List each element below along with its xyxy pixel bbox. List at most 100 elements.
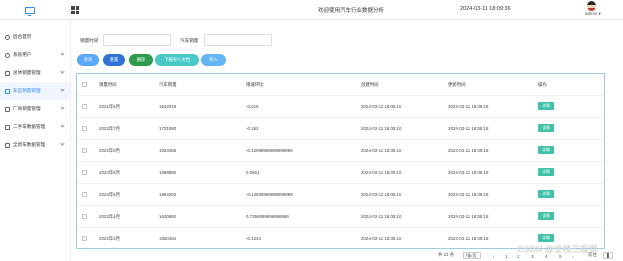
sidebar-item-label: 系统用户: [13, 52, 32, 57]
avatar[interactable]: [587, 1, 596, 11]
prev-page-icon[interactable]: ‹: [493, 254, 495, 259]
car-sales-cell: 1550454: [159, 236, 177, 241]
sidebar-item-label: 厂商销量管理: [13, 106, 41, 111]
growth-cell: 0.7358999999999999: [246, 214, 289, 219]
sidebar-item-model-sales[interactable]: 车型销量管理: [0, 82, 70, 100]
sidebar-item-label: 车型销量管理: [13, 88, 41, 93]
car-sales-cell: 1923455: [159, 148, 177, 153]
doc-icon: [5, 106, 10, 112]
sales-time-cell: 2023年8月: [99, 170, 120, 175]
updated-cell: 2024-03-11 18:09:18: [448, 170, 489, 175]
created-cell: 2024-03-11 18:05:10: [361, 192, 402, 197]
sales-time-label: 销量时间: [80, 38, 99, 43]
chevron-down-icon: [60, 69, 65, 74]
sidebar-item-used-car[interactable]: 二手车数据管理: [0, 118, 70, 136]
car-sales-cell: 1988980: [159, 170, 177, 175]
select-all-checkbox[interactable]: [82, 82, 87, 87]
row-checkbox[interactable]: [82, 192, 87, 197]
growth-cell: -0.12099999999999999: [246, 148, 293, 153]
data-table: 销量时间 汽车销量 增速环比 创建时间 更新时间 操作 2021年5月 1642…: [76, 73, 605, 249]
sidebar-item-label: 二手车数据管理: [13, 124, 46, 129]
export-button[interactable]: 下载导入文档: [155, 54, 199, 66]
detail-button[interactable]: 详情: [538, 124, 554, 132]
page-number[interactable]: 1: [505, 254, 508, 259]
created-cell: 2024-03-11 18:05:10: [361, 170, 402, 175]
updated-cell: 2024-03-11 18:09:18: [448, 214, 489, 219]
pagination-total: 共 23 条: [438, 252, 455, 257]
column-header[interactable]: 汽车销量: [159, 82, 177, 88]
sales-time-cell: 2023年9月: [99, 148, 120, 153]
sales-time-cell: 2023年5月: [99, 192, 120, 197]
growth-cell: 0.0651: [246, 170, 260, 175]
row-checkbox[interactable]: [82, 236, 87, 241]
created-cell: 2024-03-11 18:05:10: [361, 236, 402, 241]
detail-button[interactable]: 详情: [538, 168, 554, 176]
detail-button[interactable]: 详情: [538, 234, 554, 242]
page-size-value: 7条/页: [465, 253, 477, 258]
sales-time-input[interactable]: [103, 34, 171, 46]
created-cell: 2024-03-11 18:05:10: [361, 126, 402, 131]
car-sales-label: 汽车销量: [180, 38, 199, 43]
goto-page-input[interactable]: [603, 252, 613, 259]
chevron-down-icon: [60, 141, 65, 146]
car-sales-input[interactable]: [204, 34, 272, 46]
user-menu[interactable]: admin ▾: [585, 11, 601, 17]
table-row: 2021年5月 1642019 -0.019 2024-03-11 18:05:…: [77, 96, 604, 118]
sidebar-item-label: 总体销量管理: [13, 70, 41, 75]
row-checkbox[interactable]: [82, 170, 87, 175]
table-header: 销量时间 汽车销量 增速环比 创建时间 更新时间 操作: [77, 74, 604, 96]
created-cell: 2024-03-11 18:05:10: [361, 148, 402, 153]
growth-cell: -0.019: [246, 104, 259, 109]
username: admin: [585, 11, 598, 16]
column-header[interactable]: 增速环比: [246, 82, 264, 88]
table-row: 2023年4月 1630950 0.7358999999999999 2024-…: [77, 206, 604, 228]
car-sales-cell: 1630950: [159, 214, 177, 219]
car-sales-cell: 1642019: [159, 104, 177, 109]
column-header[interactable]: 销量时间: [99, 82, 117, 88]
detail-button[interactable]: 详情: [538, 146, 554, 154]
row-checkbox[interactable]: [82, 148, 87, 153]
updated-cell: 2024-03-11 18:09:18: [448, 148, 489, 153]
sidebar-item-maker-sales[interactable]: 厂商销量管理: [0, 100, 70, 118]
row-checkbox[interactable]: [82, 214, 87, 219]
detail-button[interactable]: 详情: [538, 212, 554, 220]
updated-cell: 2024-03-11 18:09:18: [448, 192, 489, 197]
table-row: 2023年7月 1701080 -0.162 2024-03-11 18:05:…: [77, 118, 604, 140]
chevron-down-icon: [60, 105, 65, 110]
growth-cell: -0.1244: [246, 236, 261, 241]
detail-button[interactable]: 详情: [538, 190, 554, 198]
sidebar-item-users[interactable]: 系统用户: [0, 46, 70, 64]
page-size-select[interactable]: 7条/页: [463, 252, 481, 259]
chevron-down-icon: [60, 123, 65, 128]
detail-button[interactable]: 详情: [538, 102, 554, 110]
column-header[interactable]: 创建时间: [361, 82, 379, 88]
grid-menu-icon[interactable]: [71, 6, 79, 14]
delete-button[interactable]: 删除: [129, 54, 153, 66]
sidebar-item-label: 全新车数据管理: [13, 142, 46, 147]
row-checkbox[interactable]: [82, 104, 87, 109]
table-row: 2023年5月 1894293 -0.12939999999999999 202…: [77, 184, 604, 206]
sidebar-item-new-car[interactable]: 全新车数据管理: [0, 136, 70, 154]
search-button[interactable]: 查询: [77, 54, 99, 66]
sales-time-cell: 2023年3月: [99, 236, 120, 241]
user-icon: [5, 52, 10, 58]
updated-cell: 2024-03-11 18:09:18: [448, 104, 489, 109]
monitor-icon: [25, 6, 35, 16]
sidebar: 后台首页 系统用户 总体销量管理 车型销量管理 厂商销量管理 二手车数据管理 全…: [0, 20, 71, 261]
reset-button[interactable]: 重置: [103, 54, 125, 66]
doc-icon: [5, 70, 10, 76]
doc-icon: [5, 88, 10, 94]
sidebar-item-home[interactable]: 后台首页: [0, 28, 70, 46]
sales-time-cell: 2023年7月: [99, 126, 120, 131]
created-cell: 2024-03-11 18:05:10: [361, 104, 402, 109]
chevron-down-icon: [60, 87, 65, 92]
import-button[interactable]: 导入: [201, 54, 226, 66]
sidebar-item-total-sales[interactable]: 总体销量管理: [0, 64, 70, 82]
car-sales-cell: 1894293: [159, 192, 177, 197]
table-row: 2023年8月 1988980 0.0651 2024-03-11 18:05:…: [77, 162, 604, 184]
column-header[interactable]: 更新时间: [448, 82, 466, 88]
created-cell: 2024-03-11 18:05:10: [361, 214, 402, 219]
chevron-down-icon: [60, 51, 65, 56]
logo: [0, 0, 60, 20]
row-checkbox[interactable]: [82, 126, 87, 131]
